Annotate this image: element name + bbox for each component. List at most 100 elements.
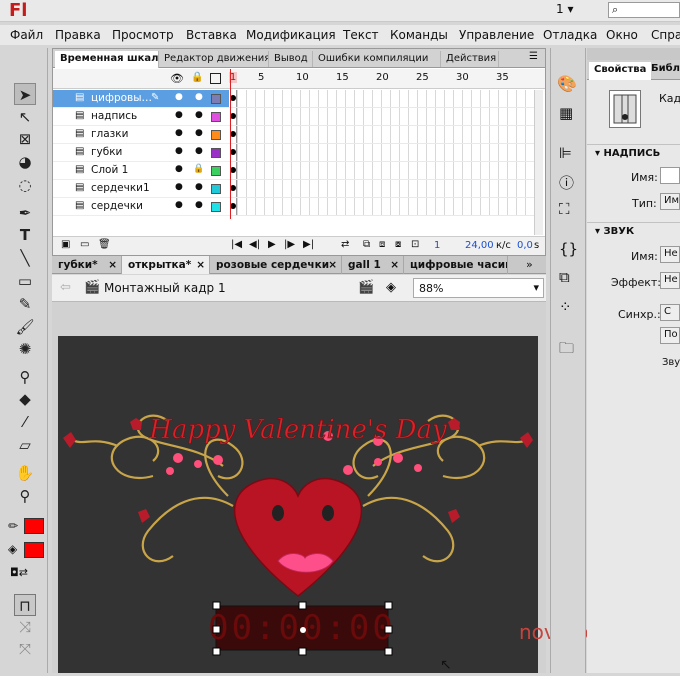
fill-color-swatch[interactable] bbox=[24, 542, 44, 558]
sound-name-select[interactable]: Не bbox=[660, 246, 680, 263]
layer-row[interactable]: ▤ Слой 1 ● 🔒 bbox=[53, 162, 229, 180]
layer-row[interactable]: ▤ надпись ● ● bbox=[53, 108, 229, 126]
workspace-switcher[interactable]: 1 ▾ bbox=[556, 2, 574, 16]
lock-icon[interactable]: 🔒 bbox=[191, 72, 203, 83]
paint-bucket-icon[interactable]: ◆ bbox=[14, 388, 36, 410]
menu-help[interactable]: Спра bbox=[651, 28, 680, 42]
pencil-tool-icon[interactable]: ✎ bbox=[14, 293, 36, 315]
elapsed-time[interactable]: 0,0 bbox=[517, 240, 533, 251]
snap-magnet-icon[interactable]: ⊓ bbox=[14, 594, 36, 616]
type-select[interactable]: Им bbox=[660, 193, 680, 210]
align-icon[interactable]: ⊫ bbox=[559, 144, 572, 162]
frame-row[interactable] bbox=[229, 180, 534, 198]
menu-commands[interactable]: Команды bbox=[390, 28, 448, 42]
lock-toggle[interactable]: ● bbox=[195, 110, 203, 120]
doc-tab-rozovye[interactable]: розовые сердечки × bbox=[210, 256, 342, 274]
layer-row[interactable]: ▤ глазки ● ● bbox=[53, 126, 229, 144]
smooth-icon[interactable]: ⤨ bbox=[14, 616, 36, 638]
lock-toggle[interactable]: ● bbox=[195, 128, 203, 138]
playhead[interactable] bbox=[230, 69, 231, 219]
fps-value[interactable]: 24,00 bbox=[465, 240, 494, 251]
visibility-toggle[interactable]: ● bbox=[175, 200, 183, 210]
doc-tab-gubki[interactable]: губки* × bbox=[52, 256, 122, 274]
first-frame-icon[interactable]: |◀ bbox=[231, 239, 242, 250]
swatches-icon[interactable]: ▦ bbox=[559, 104, 573, 122]
frame-row[interactable] bbox=[229, 162, 534, 180]
timeline-scrollbar[interactable] bbox=[534, 90, 543, 235]
rectangle-tool-icon[interactable]: ▭ bbox=[14, 270, 36, 292]
zoom-select[interactable]: 88% ▾ bbox=[413, 278, 544, 298]
frame-row[interactable] bbox=[229, 108, 534, 126]
3d-rotation-icon[interactable]: ◕ bbox=[14, 151, 36, 173]
line-tool-icon[interactable]: ╲ bbox=[14, 247, 36, 269]
onion-skin-icon[interactable]: ⧉ bbox=[363, 239, 370, 250]
effect-select[interactable]: Не bbox=[660, 272, 680, 289]
close-icon[interactable]: × bbox=[390, 259, 399, 271]
layer-row[interactable]: ▤ сердечки ● ● bbox=[53, 198, 229, 216]
eyedropper-icon[interactable]: ⁄ bbox=[14, 411, 36, 433]
doc-tab-clock[interactable]: цифровые часики bbox=[404, 256, 508, 274]
lock-icon[interactable]: 🔒 bbox=[193, 164, 204, 174]
lasso-icon[interactable]: ◌ bbox=[14, 174, 36, 196]
eye-icon[interactable]: 👁 bbox=[170, 72, 184, 85]
menu-file[interactable]: Файл bbox=[10, 28, 43, 42]
menu-text[interactable]: Текст bbox=[343, 28, 379, 42]
info-icon[interactable]: ⓘ bbox=[559, 172, 574, 193]
last-frame-icon[interactable]: ▶| bbox=[303, 239, 314, 250]
free-transform-icon[interactable]: ⊠ bbox=[14, 128, 36, 150]
layer-row[interactable]: ▤ цифровы… ✎ ● ● bbox=[53, 90, 229, 108]
current-frame[interactable]: 1 bbox=[434, 240, 440, 251]
edit-symbols-icon[interactable]: ◈ bbox=[386, 280, 396, 295]
doc-tab-gall[interactable]: gall 1 × bbox=[342, 256, 404, 274]
lock-toggle[interactable]: ● bbox=[195, 182, 203, 192]
tab-properties[interactable]: Свойства bbox=[589, 62, 652, 80]
play-icon[interactable]: ▶ bbox=[268, 239, 276, 250]
back-arrow-icon[interactable]: ⇦ bbox=[60, 280, 71, 295]
outline-color-swatch[interactable] bbox=[211, 202, 221, 212]
eraser-icon[interactable]: ▱ bbox=[14, 434, 36, 456]
edit-scene-icon[interactable]: 🎬 bbox=[358, 280, 374, 295]
new-layer-icon[interactable]: ▣ bbox=[61, 239, 70, 250]
outline-color-swatch[interactable] bbox=[211, 184, 221, 194]
next-frame-icon[interactable]: |▶ bbox=[284, 239, 295, 250]
lock-toggle[interactable]: ● bbox=[195, 200, 203, 210]
menu-insert[interactable]: Вставка bbox=[186, 28, 237, 42]
onion-markers-icon[interactable]: ⊡ bbox=[411, 239, 419, 250]
outline-icon[interactable] bbox=[210, 73, 221, 84]
stroke-color-swatch[interactable] bbox=[24, 518, 44, 534]
outline-color-swatch[interactable] bbox=[211, 112, 221, 122]
deco-tool-icon[interactable]: ✺ bbox=[14, 338, 36, 360]
hand-tool-icon[interactable]: ✋ bbox=[14, 462, 36, 484]
visibility-toggle[interactable]: ● bbox=[175, 164, 183, 174]
card-canvas[interactable]: Happy Valentine's Day 00:00:00 bbox=[58, 336, 538, 673]
layer-row[interactable]: ▤ сердечки1 ● ● bbox=[53, 180, 229, 198]
scene-name[interactable]: Монтажный кадр 1 bbox=[104, 281, 226, 295]
frame-row[interactable] bbox=[229, 90, 534, 108]
sync-repeat-select[interactable]: По bbox=[660, 327, 680, 344]
more-tabs-icon[interactable]: » bbox=[526, 258, 533, 271]
tab-timeline[interactable]: Временная шкала bbox=[55, 51, 159, 68]
visibility-toggle[interactable]: ● bbox=[175, 110, 183, 120]
delete-layer-icon[interactable]: 🗑 bbox=[98, 239, 111, 250]
frame-row[interactable] bbox=[229, 126, 534, 144]
pen-tool-icon[interactable]: ✒ bbox=[14, 202, 36, 224]
code-snippets-icon[interactable]: {} bbox=[559, 240, 578, 258]
motion-presets-icon[interactable]: ⁘ bbox=[559, 298, 572, 316]
onion-outline-icon[interactable]: ⧈ bbox=[379, 239, 385, 250]
outline-color-swatch[interactable] bbox=[211, 148, 221, 158]
visibility-toggle[interactable]: ● bbox=[175, 92, 183, 102]
close-icon[interactable]: × bbox=[196, 259, 205, 271]
components-icon[interactable]: ⧉ bbox=[559, 268, 570, 286]
menu-window[interactable]: Окно bbox=[606, 28, 638, 42]
outline-color-swatch[interactable] bbox=[211, 130, 221, 140]
selection-tool-icon[interactable]: ➤ bbox=[14, 83, 36, 105]
menu-debug[interactable]: Отладка bbox=[543, 28, 597, 42]
color-panel-icon[interactable]: 🎨 bbox=[557, 74, 577, 93]
swap-colors-icon[interactable]: ◘⇄ bbox=[10, 566, 28, 579]
project-icon[interactable]: 🗀 bbox=[559, 338, 574, 363]
doc-tab-otkrytka[interactable]: открытка* × bbox=[122, 256, 210, 274]
visibility-toggle[interactable]: ● bbox=[175, 146, 183, 156]
tab-compiler-errors[interactable]: Ошибки компиляции bbox=[313, 51, 441, 67]
close-icon[interactable]: × bbox=[108, 259, 117, 271]
outline-color-swatch[interactable] bbox=[211, 94, 221, 104]
